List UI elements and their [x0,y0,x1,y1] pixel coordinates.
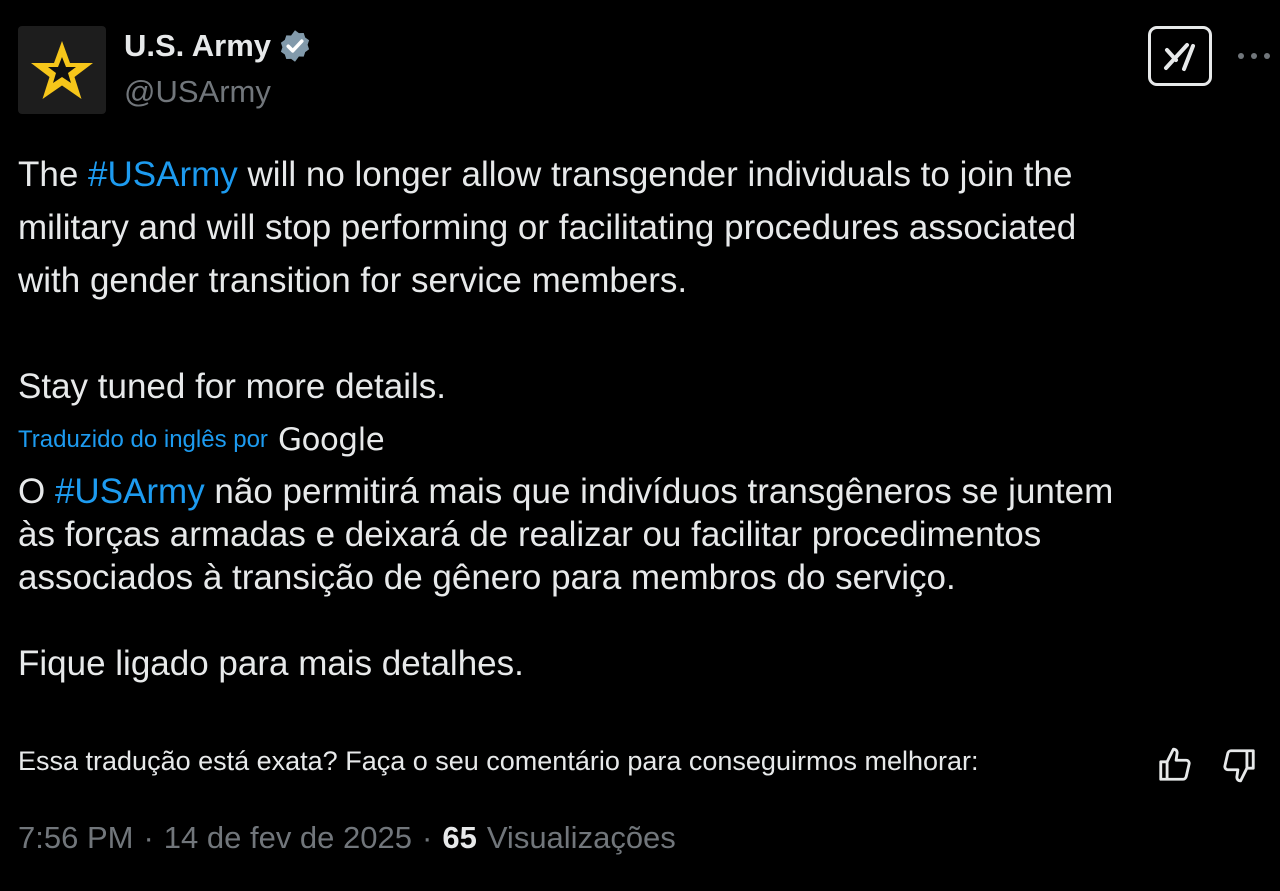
translation-text-fragment: O [18,472,55,511]
translation-text-fragment: não permitirá mais que indivíduos transg… [204,472,1114,511]
translated-text: O #USArmy não permitirá mais que indivíd… [18,470,1263,685]
tweet-text: The #USArmy will no longer allow transge… [18,148,1258,413]
tweet-line: The #USArmy will no longer allow transge… [18,148,1258,201]
avatar[interactable] [18,26,106,114]
display-name-text[interactable]: U.S. Army [124,28,271,64]
grok-icon [1164,43,1195,71]
tweet-text-fragment: The [18,155,89,194]
grok-button[interactable] [1148,26,1212,86]
verified-badge-icon[interactable] [277,28,313,64]
translation-line: associados à transição de gênero para me… [18,558,956,597]
hashtag-link[interactable]: #USArmy [55,472,205,511]
tweet-line: military and will stop performing or fac… [18,208,1077,247]
tweet-time[interactable]: 7:56 PM [18,820,133,856]
more-options-icon [1238,53,1270,59]
more-options-button[interactable] [1236,44,1272,68]
tweet-line: with gender transition for service membe… [18,261,688,300]
thumbs-down-icon [1223,749,1255,783]
meta-separator: · [422,820,433,855]
google-logo: Google [277,422,385,458]
views-count[interactable]: 65 [442,820,476,856]
translation-feedback: Essa tradução está exata? Faça o seu com… [18,746,1268,783]
translated-by-label[interactable]: Traduzido do inglês por [18,426,268,454]
feedback-question: Essa tradução está exata? Faça o seu com… [18,746,979,776]
tweet-date[interactable]: 14 de fev de 2025 [164,820,412,856]
thumbs-up-button[interactable] [1156,746,1194,784]
thumbs-up-icon [1159,747,1191,781]
tweet-closing-line: Stay tuned for more details. [18,367,446,406]
translated-by: Traduzido do inglês por Google [18,422,385,458]
tweet-meta: 7:56 PM · 14 de fev de 2025 · 65 Visuali… [18,820,676,856]
display-name[interactable]: U.S. Army [124,28,313,64]
translation-line: às forças armadas e deixará de realizar … [18,515,1042,554]
user-handle[interactable]: @USArmy [124,74,271,110]
views-label[interactable]: Visualizações [487,820,676,856]
translation-line: O #USArmy não permitirá mais que indivíd… [18,470,1263,513]
gold-star-icon [31,41,93,99]
hashtag-link[interactable]: #USArmy [88,155,238,194]
thumbs-down-button[interactable] [1220,746,1258,784]
meta-separator: · [143,820,154,855]
tweet-text-fragment: will no longer allow transgender individ… [237,155,1073,194]
translation-closing-line: Fique ligado para mais detalhes. [18,644,524,683]
